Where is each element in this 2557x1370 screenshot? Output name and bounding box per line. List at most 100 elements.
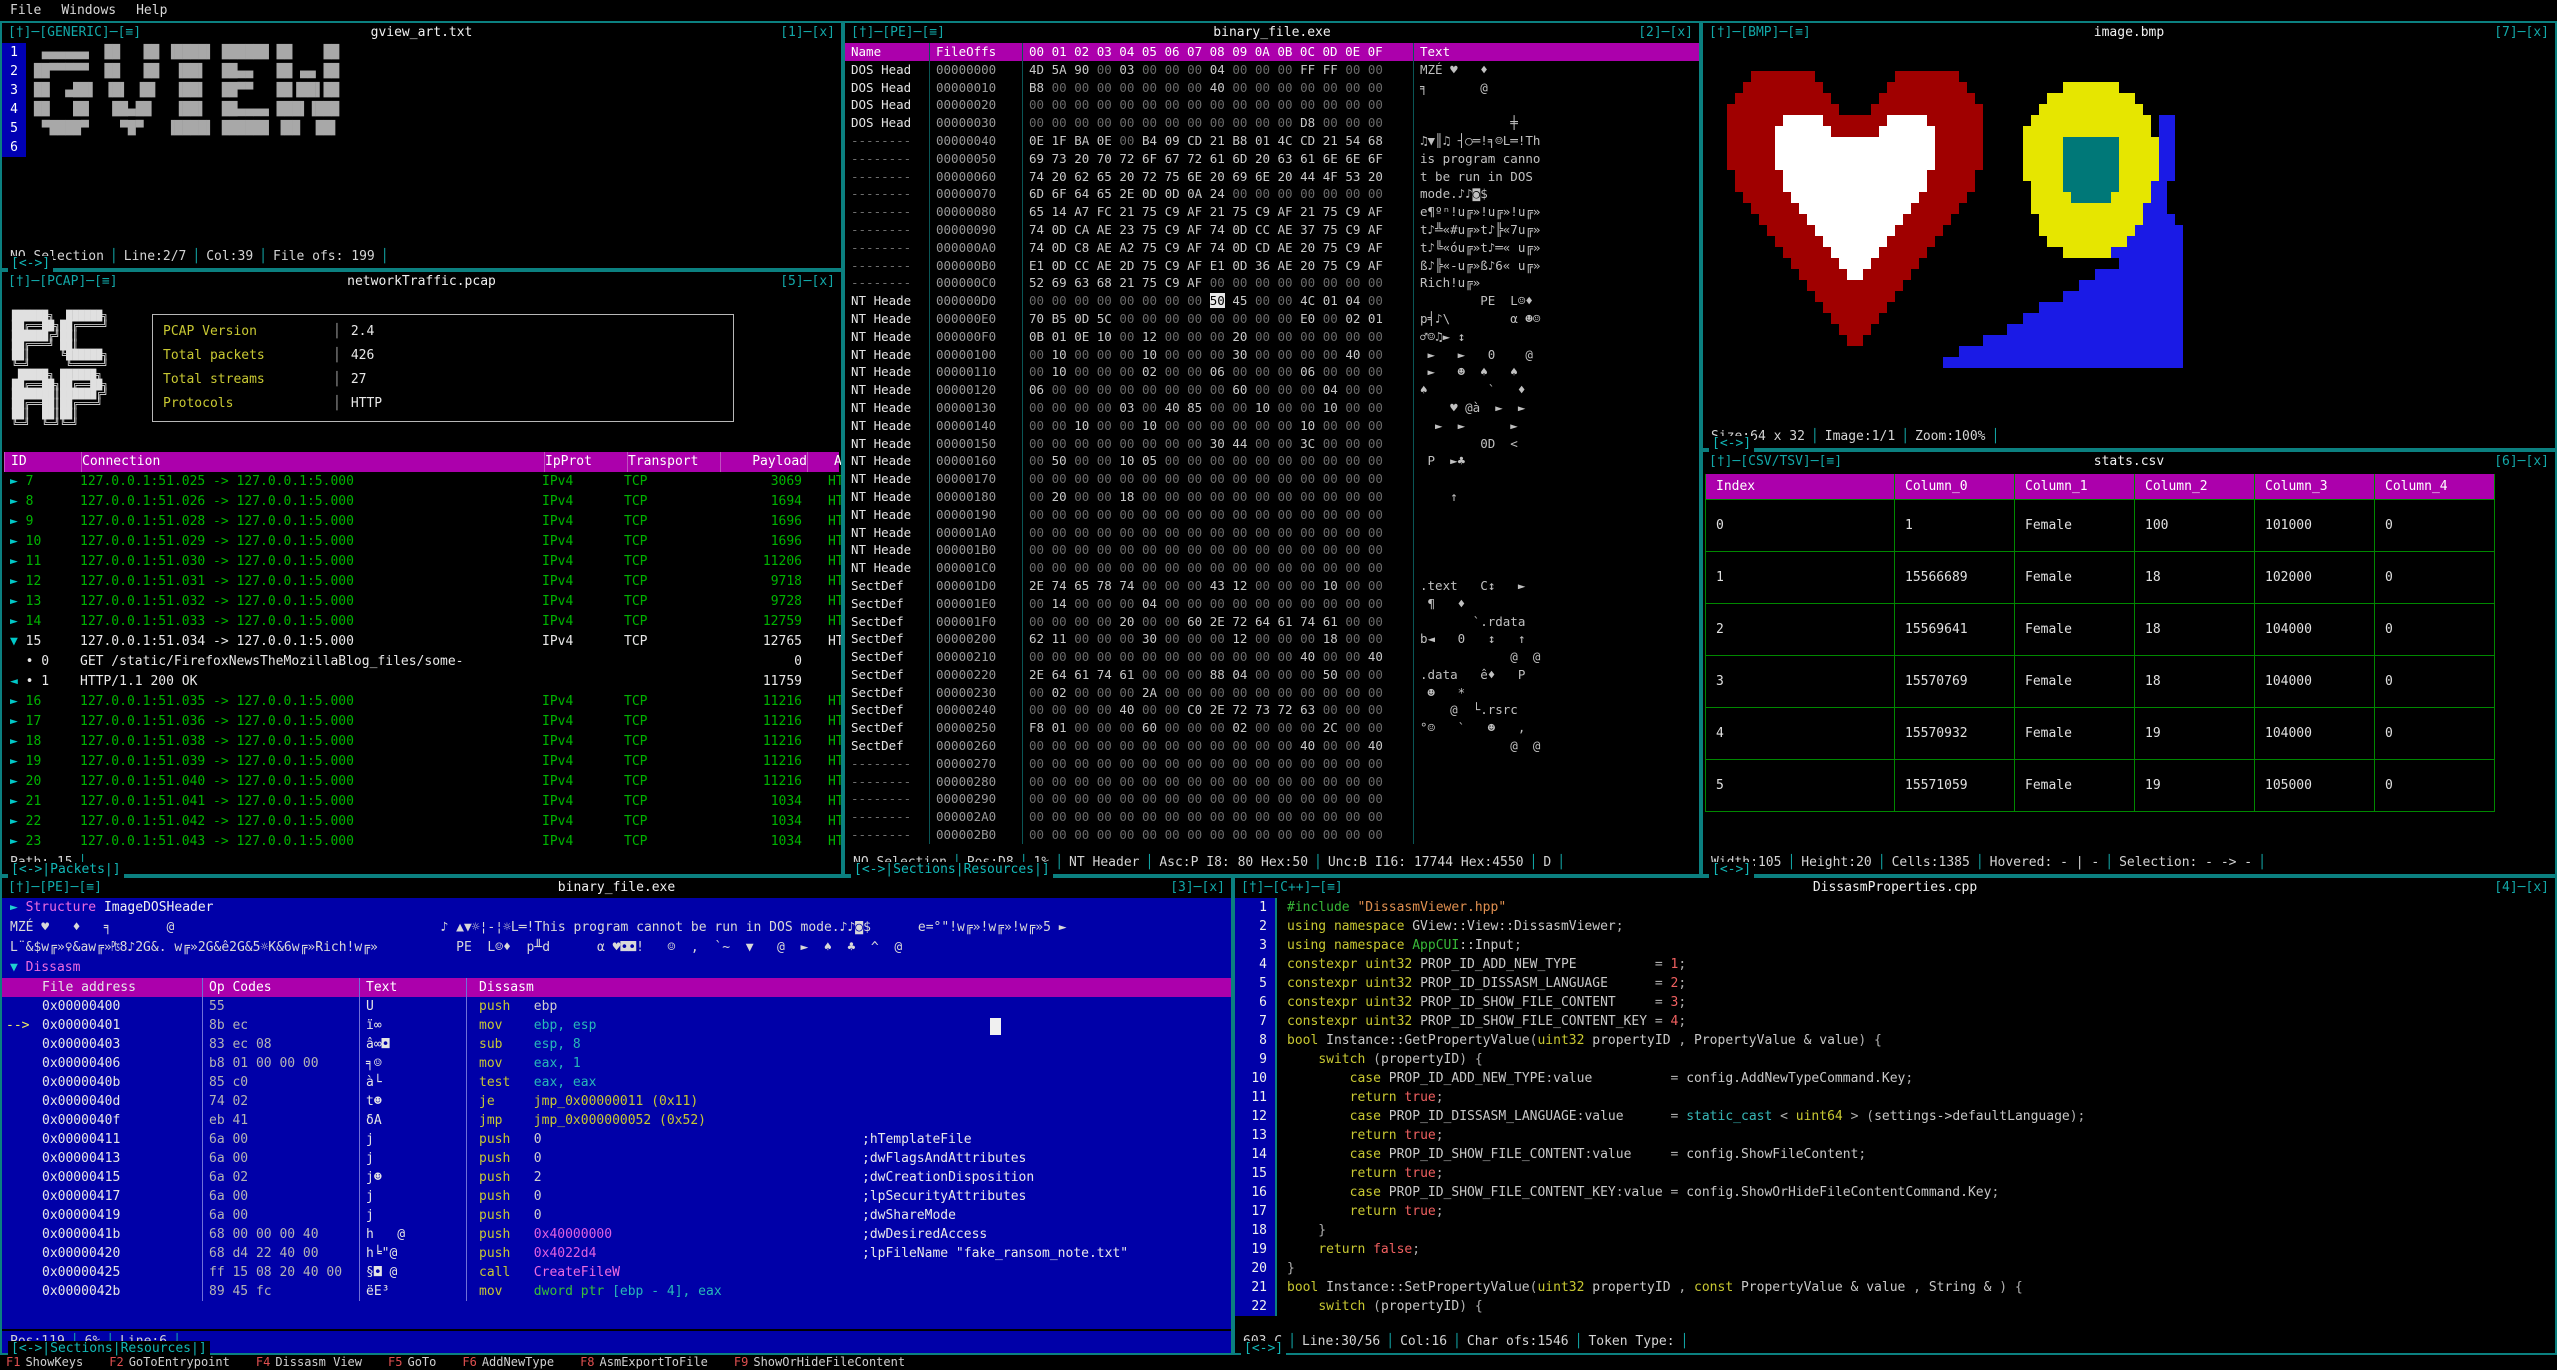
- hex-row[interactable]: --------0000029000 00 00 00 00 00 00 00 …: [845, 790, 1699, 808]
- csv-row[interactable]: 315570769Female181040000: [1705, 656, 2495, 708]
- disasm-row[interactable]: 0x0000040b85 c0à└test eax, eax: [2, 1073, 1231, 1092]
- view-tabs-tag[interactable]: [<->|Packets|]: [8, 862, 124, 878]
- hex-row[interactable]: NT Heade000001A000 00 00 00 00 00 00 00 …: [845, 524, 1699, 542]
- hex-row[interactable]: SectDef000002202E 64 61 74 61 00 00 00 8…: [845, 666, 1699, 684]
- hex-row[interactable]: --------0000028000 00 00 00 00 00 00 00 …: [845, 773, 1699, 791]
- packet-list[interactable]: IDConnectionIpProtTransportPayloadAppLay…: [4, 452, 839, 850]
- dissasm-listing[interactable]: File addressOp CodesTextDissasm0x0000040…: [2, 978, 1231, 1301]
- window-controls[interactable]: [6]─[x]: [2492, 452, 2551, 472]
- view-tabs-tag[interactable]: [<->|Sections|Resources|]: [851, 862, 1053, 878]
- packet-row[interactable]: ► 17127.0.0.1:51.036 -> 127.0.0.1:5.000I…: [4, 712, 839, 732]
- hex-row[interactable]: NT Heade0000011000 10 00 00 00 02 00 00 …: [845, 363, 1699, 381]
- hex-row[interactable]: NT Heade0000013000 00 00 00 03 00 40 85 …: [845, 399, 1699, 417]
- fkey-label[interactable]: Dissasm View: [275, 1355, 362, 1369]
- horizontal-scroll-tag[interactable]: [<->]: [1709, 436, 1754, 452]
- hex-row[interactable]: NT Heade0000018000 20 00 00 18 00 00 00 …: [845, 488, 1699, 506]
- window-controls[interactable]: [1]─[x]: [778, 23, 837, 43]
- csv-grid[interactable]: IndexColumn_0Column_1Column_2Column_3Col…: [1703, 472, 2555, 850]
- fkey-f9[interactable]: F9: [734, 1355, 748, 1369]
- view-tabs-tag[interactable]: [<->|Sections|Resources|]: [8, 1341, 210, 1357]
- hex-row[interactable]: --------0000008065 14 A7 FC 21 75 C9 AF …: [845, 203, 1699, 221]
- fkey-f2[interactable]: F2: [109, 1355, 123, 1369]
- hex-row[interactable]: NT Heade0000014000 00 10 00 00 10 00 00 …: [845, 417, 1699, 435]
- hex-row[interactable]: --------000000C052 69 63 68 21 75 C9 AF …: [845, 274, 1699, 292]
- packet-row[interactable]: ► 10127.0.0.1:51.029 -> 127.0.0.1:5.000I…: [4, 532, 839, 552]
- image-view[interactable]: [1703, 43, 2555, 424]
- menu-item-windows[interactable]: Windows: [51, 0, 126, 21]
- hex-row[interactable]: DOS Head000000004D 5A 90 00 03 00 00 00 …: [845, 61, 1699, 79]
- disasm-row[interactable]: 0x00000406b8 01 00 00 00╕☺mov eax, 1: [2, 1054, 1231, 1073]
- disasm-row[interactable]: 0x0000040383 ec 08â∞◘sub esp, 8: [2, 1035, 1231, 1054]
- packet-row[interactable]: ► 9127.0.0.1:51.028 -> 127.0.0.1:5.000IP…: [4, 512, 839, 532]
- hex-row[interactable]: SectDef000001D02E 74 65 78 74 00 00 00 4…: [845, 577, 1699, 595]
- disasm-row[interactable]: 0x000004196a 00jpush 0;dwShareMode: [2, 1206, 1231, 1225]
- window-controls[interactable]: [7]─[x]: [2492, 23, 2551, 43]
- disasm-row[interactable]: 0x0000042068 d4 22 40 00h╘"@push 0x4022d…: [2, 1244, 1231, 1263]
- hex-row[interactable]: NT Heade000000E070 B5 0D 5C 00 00 00 00 …: [845, 310, 1699, 328]
- window-controls[interactable]: [4]─[x]: [2492, 878, 2551, 898]
- fkey-label[interactable]: AsmExportToFile: [600, 1355, 708, 1369]
- packet-row[interactable]: ► 13127.0.0.1:51.032 -> 127.0.0.1:5.000I…: [4, 592, 839, 612]
- disasm-row[interactable]: 0x0000042b89 45 fcëE³mov dword ptr [ebp …: [2, 1282, 1231, 1301]
- dissasm-view[interactable]: ► Structure ImageDOSHeaderMZÉ ♥ ♦ ╕ @ ♪ …: [2, 898, 1231, 1329]
- hex-row[interactable]: NT Heade0000019000 00 00 00 00 00 00 00 …: [845, 506, 1699, 524]
- fkey-f4[interactable]: F4: [256, 1355, 270, 1369]
- hex-row[interactable]: --------000002B000 00 00 00 00 00 00 00 …: [845, 826, 1699, 844]
- csv-row[interactable]: 215569641Female181040000: [1705, 604, 2495, 656]
- packet-list-header[interactable]: IDConnectionIpProtTransportPayloadAppLay…: [4, 452, 839, 472]
- disasm-row[interactable]: 0x0000040055Upush ebp: [2, 997, 1231, 1016]
- hex-row[interactable]: NT Heade000001C000 00 00 00 00 00 00 00 …: [845, 559, 1699, 577]
- hex-row[interactable]: NT Heade000001B000 00 00 00 00 00 00 00 …: [845, 541, 1699, 559]
- hex-row[interactable]: --------000000A074 0D C8 AE A2 75 C9 AF …: [845, 239, 1699, 257]
- hex-row[interactable]: --------0000006074 20 62 65 20 72 75 6E …: [845, 168, 1699, 186]
- hex-row[interactable]: NT Heade0000012006 00 00 00 00 00 00 00 …: [845, 381, 1699, 399]
- horizontal-scroll-tag[interactable]: [<->]: [8, 256, 53, 272]
- fkey-f5[interactable]: F5: [388, 1355, 402, 1369]
- packet-row[interactable]: ► 22127.0.0.1:51.042 -> 127.0.0.1:5.000I…: [4, 812, 839, 832]
- hex-row[interactable]: --------000000400E 1F BA 0E 00 B4 09 CD …: [845, 132, 1699, 150]
- packet-row[interactable]: ► 21127.0.0.1:51.041 -> 127.0.0.1:5.000I…: [4, 792, 839, 812]
- hex-row[interactable]: --------0000005069 73 20 70 72 6F 67 72 …: [845, 150, 1699, 168]
- window-controls[interactable]: [2]─[x]: [1636, 23, 1695, 43]
- window-controls[interactable]: [5]─[x]: [778, 272, 837, 292]
- csv-header[interactable]: IndexColumn_0Column_1Column_2Column_3Col…: [1705, 474, 2495, 500]
- packet-row[interactable]: • 0GET /static/FirefoxNewsTheMozillaBlog…: [4, 652, 839, 672]
- fkey-label[interactable]: GoTo: [407, 1355, 436, 1369]
- hex-row[interactable]: NT Heade0000015000 00 00 00 00 00 00 00 …: [845, 435, 1699, 453]
- disasm-row[interactable]: 0x0000040feb 41δAjmp jmp_0x000000052 (0x…: [2, 1111, 1231, 1130]
- window-controls[interactable]: [3]─[x]: [1168, 878, 1227, 898]
- titlebar[interactable]: [†]─[C++]─[≡] DissasmProperties.cpp [4]─…: [1235, 878, 2555, 898]
- packet-row[interactable]: ► 14127.0.0.1:51.033 -> 127.0.0.1:5.000I…: [4, 612, 839, 632]
- packet-row[interactable]: ► 19127.0.0.1:51.039 -> 127.0.0.1:5.000I…: [4, 752, 839, 772]
- hex-row[interactable]: SectDef0000021000 00 00 00 00 00 00 00 0…: [845, 648, 1699, 666]
- packet-row[interactable]: ► 16127.0.0.1:51.035 -> 127.0.0.1:5.000I…: [4, 692, 839, 712]
- csv-row[interactable]: 415570932Female191040000: [1705, 708, 2495, 760]
- hex-row[interactable]: SectDef00000250F8 01 00 00 00 60 00 00 0…: [845, 719, 1699, 737]
- packet-row[interactable]: ► 11127.0.0.1:51.030 -> 127.0.0.1:5.000I…: [4, 552, 839, 572]
- csv-row[interactable]: 515571059Female191050000: [1705, 760, 2495, 812]
- packet-row[interactable]: ▼ 15127.0.0.1:51.034 -> 127.0.0.1:5.000I…: [4, 632, 839, 652]
- hex-row[interactable]: SectDef0000024000 00 00 00 40 00 00 C0 2…: [845, 701, 1699, 719]
- titlebar[interactable]: [†]─[GENERIC]─[≡] gview_art.txt [1]─[x]: [2, 23, 841, 43]
- titlebar[interactable]: [†]─[PE]─[≡] binary_file.exe [3]─[x]: [2, 878, 1231, 898]
- hex-row[interactable]: DOS Head0000002000 00 00 00 00 00 00 00 …: [845, 96, 1699, 114]
- fkey-label[interactable]: ShowOrHideFileContent: [753, 1355, 905, 1369]
- disasm-row[interactable]: 0x000004176a 00jpush 0;lpSecurityAttribu…: [2, 1187, 1231, 1206]
- fkey-label[interactable]: ShowKeys: [25, 1355, 83, 1369]
- packet-row[interactable]: ► 7127.0.0.1:51.025 -> 127.0.0.1:5.000IP…: [4, 472, 839, 492]
- disasm-row[interactable]: 0x0000041b68 00 00 00 40h @push 0x400000…: [2, 1225, 1231, 1244]
- hex-row[interactable]: --------0000027000 00 00 00 00 00 00 00 …: [845, 755, 1699, 773]
- packet-row[interactable]: ► 20127.0.0.1:51.040 -> 127.0.0.1:5.000I…: [4, 772, 839, 792]
- structure-zone-header[interactable]: ► Structure ImageDOSHeader: [2, 898, 1231, 918]
- hex-row[interactable]: NT Heade000000D000 00 00 00 00 00 00 00 …: [845, 292, 1699, 310]
- disasm-row[interactable]: 0x000004136a 00jpush 0;dwFlagsAndAttribu…: [2, 1149, 1231, 1168]
- hex-row[interactable]: --------000002A000 00 00 00 00 00 00 00 …: [845, 808, 1699, 826]
- text-viewer[interactable]: 123456 ▄▄▄▄▄▄ ██ ██ ▐████▌ ██████ ██ ██ …: [2, 43, 841, 244]
- packet-row[interactable]: ► 23127.0.0.1:51.043 -> 127.0.0.1:5.000I…: [4, 832, 839, 850]
- fkey-label[interactable]: AddNewType: [482, 1355, 554, 1369]
- hex-row[interactable]: SectDef0000020062 11 00 00 00 30 00 00 0…: [845, 630, 1699, 648]
- hex-row[interactable]: SectDef000001F000 00 00 00 20 00 00 60 2…: [845, 613, 1699, 631]
- packet-row[interactable]: ► 18127.0.0.1:51.038 -> 127.0.0.1:5.000I…: [4, 732, 839, 752]
- hex-row[interactable]: DOS Head0000003000 00 00 00 00 00 00 00 …: [845, 114, 1699, 132]
- titlebar[interactable]: [†]─[CSV/TSV]─[≡] stats.csv [6]─[x]: [1703, 452, 2555, 472]
